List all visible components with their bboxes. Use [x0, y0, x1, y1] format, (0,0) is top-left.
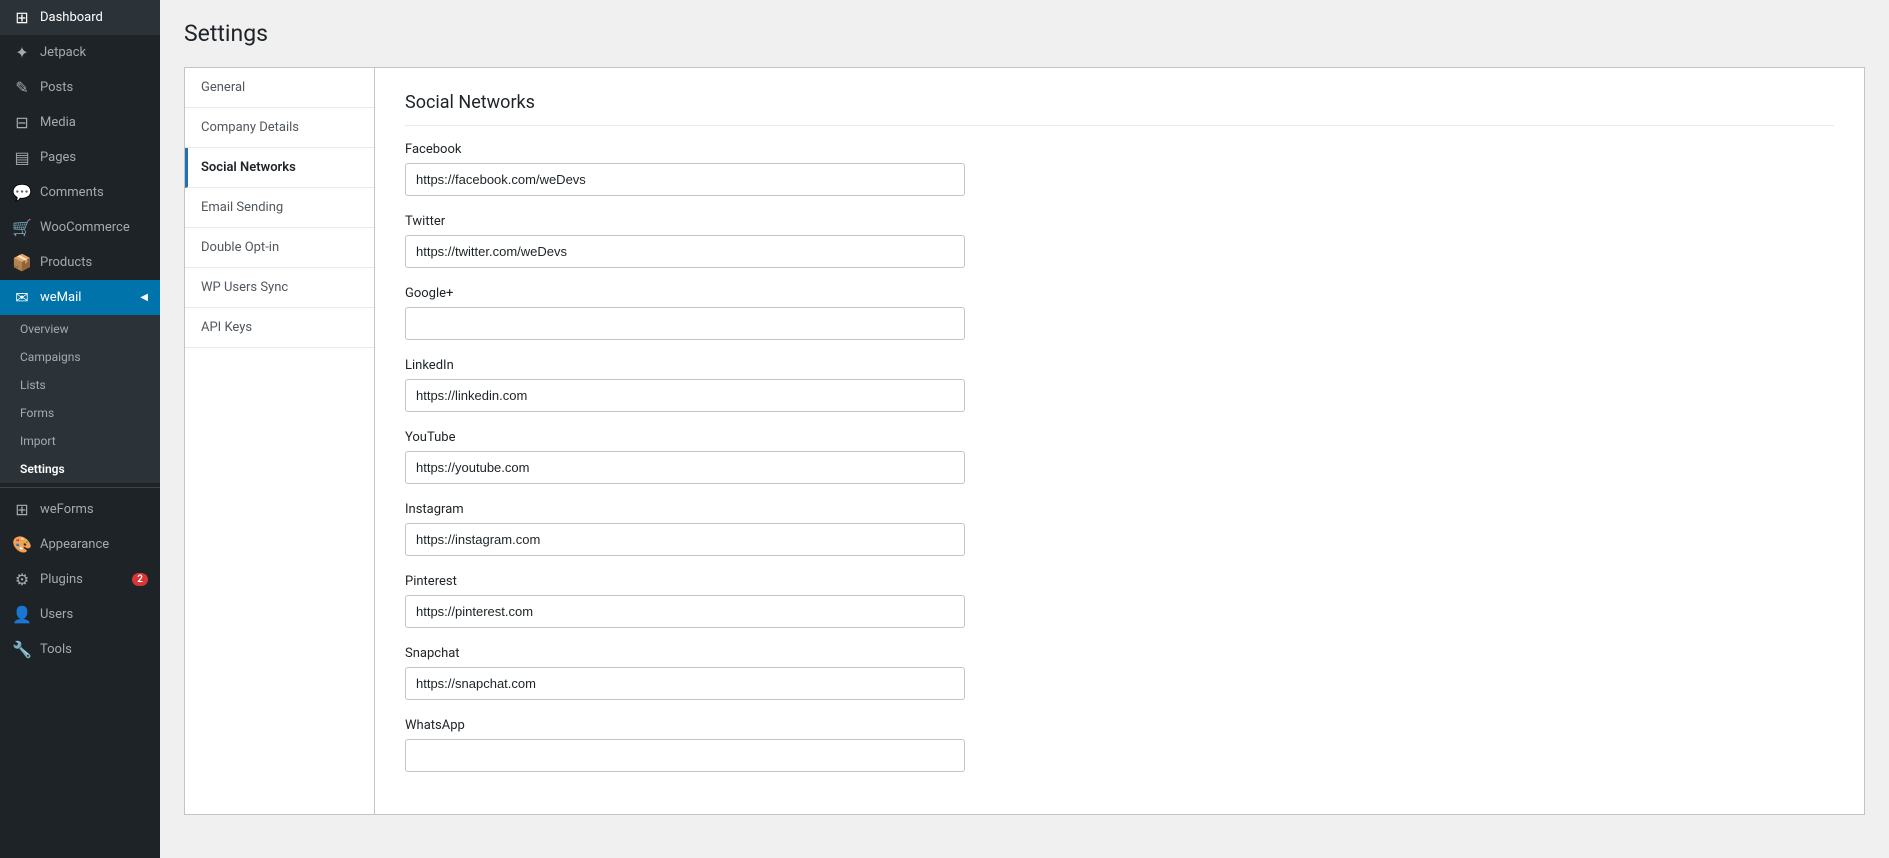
input-pinterest[interactable] [405, 595, 965, 628]
sidebar-item-label: Posts [40, 80, 148, 95]
nav-item-social-networks[interactable]: Social Networks [185, 148, 374, 188]
sidebar-item-label: weMail [40, 290, 132, 305]
users-icon: 👤 [12, 605, 32, 624]
sidebar-item-plugins[interactable]: ⚙ Plugins 2 [0, 562, 160, 597]
appearance-icon: 🎨 [12, 535, 32, 554]
submenu-item-forms[interactable]: Forms [0, 399, 160, 427]
field-group-whatsapp: WhatsApp [405, 718, 1834, 772]
input-facebook[interactable] [405, 163, 965, 196]
sidebar-item-tools[interactable]: 🔧 Tools [0, 632, 160, 667]
sidebar-item-label: Media [40, 115, 148, 130]
sidebar-item-woocommerce[interactable]: 🛒 WooCommerce [0, 210, 160, 245]
sidebar-item-wemail[interactable]: ✉ weMail ◀ [0, 280, 160, 315]
sidebar-item-jetpack[interactable]: ✦ Jetpack [0, 35, 160, 70]
page-title: Settings [184, 20, 1865, 47]
input-instagram[interactable] [405, 523, 965, 556]
sidebar-item-appearance[interactable]: 🎨 Appearance [0, 527, 160, 562]
submenu-item-settings[interactable]: Settings [0, 455, 160, 483]
sidebar-item-label: Plugins [40, 572, 120, 587]
field-group-snapchat: Snapchat [405, 646, 1834, 700]
submenu-item-overview[interactable]: Overview [0, 315, 160, 343]
label-twitter: Twitter [405, 214, 1834, 229]
sidebar-item-label: Tools [40, 642, 148, 657]
label-linkedin: LinkedIn [405, 358, 1834, 373]
label-facebook: Facebook [405, 142, 1834, 157]
wemail-icon: ✉ [12, 288, 32, 307]
label-youtube: YouTube [405, 430, 1834, 445]
nav-item-email-sending[interactable]: Email Sending [185, 188, 374, 228]
sidebar-item-label: Products [40, 255, 148, 270]
settings-content: Social Networks Facebook Twitter Google+ Li… [375, 68, 1864, 814]
sidebar-item-comments[interactable]: 💬 Comments [0, 175, 160, 210]
field-group-twitter: Twitter [405, 214, 1834, 268]
submenu-item-import[interactable]: Import [0, 427, 160, 455]
field-group-facebook: Facebook [405, 142, 1834, 196]
sidebar-divider [0, 487, 160, 488]
input-snapchat[interactable] [405, 667, 965, 700]
label-pinterest: Pinterest [405, 574, 1834, 589]
main-content: Settings General Company Details Social … [160, 0, 1889, 858]
field-group-linkedin: LinkedIn [405, 358, 1834, 412]
sidebar-item-users[interactable]: 👤 Users [0, 597, 160, 632]
sidebar-item-label: Jetpack [40, 45, 148, 60]
sidebar-item-media[interactable]: ⊟ Media [0, 105, 160, 140]
submenu-item-campaigns[interactable]: Campaigns [0, 343, 160, 371]
sidebar-item-label: WooCommerce [40, 220, 148, 235]
tools-icon: 🔧 [12, 640, 32, 659]
plugins-badge: 2 [132, 573, 148, 586]
settings-nav: General Company Details Social Networks … [185, 68, 375, 814]
input-twitter[interactable] [405, 235, 965, 268]
label-google-plus: Google+ [405, 286, 1834, 301]
wemail-submenu: Overview Campaigns Lists Forms Import Se… [0, 315, 160, 483]
input-linkedin[interactable] [405, 379, 965, 412]
field-group-pinterest: Pinterest [405, 574, 1834, 628]
sidebar-item-products[interactable]: 📦 Products [0, 245, 160, 280]
social-networks-fields: Facebook Twitter Google+ LinkedIn YouTube Ins… [405, 142, 1834, 772]
sidebar-item-posts[interactable]: ✎ Posts [0, 70, 160, 105]
nav-item-api-keys[interactable]: API Keys [185, 308, 374, 348]
sidebar-item-label: Dashboard [40, 10, 148, 25]
products-icon: 📦 [12, 253, 32, 272]
posts-icon: ✎ [12, 78, 32, 97]
field-group-instagram: Instagram [405, 502, 1834, 556]
settings-wrapper: General Company Details Social Networks … [184, 67, 1865, 815]
field-group-google-plus: Google+ [405, 286, 1834, 340]
sidebar-item-pages[interactable]: ▤ Pages [0, 140, 160, 175]
sidebar-item-label: weForms [40, 502, 148, 517]
input-whatsapp[interactable] [405, 739, 965, 772]
sidebar-item-label: Appearance [40, 537, 148, 552]
input-youtube[interactable] [405, 451, 965, 484]
plugins-icon: ⚙ [12, 570, 32, 589]
label-instagram: Instagram [405, 502, 1834, 517]
input-google-plus[interactable] [405, 307, 965, 340]
sidebar-item-label: Pages [40, 150, 148, 165]
sidebar: ⊞ Dashboard ✦ Jetpack ✎ Posts ⊟ Media ▤ … [0, 0, 160, 858]
sidebar-item-label: Comments [40, 185, 148, 200]
woocommerce-icon: 🛒 [12, 218, 32, 237]
sidebar-item-weforms[interactable]: ⊞ weForms [0, 492, 160, 527]
weforms-icon: ⊞ [12, 500, 32, 519]
label-whatsapp: WhatsApp [405, 718, 1834, 733]
media-icon: ⊟ [12, 113, 32, 132]
wemail-arrow: ◀ [140, 292, 148, 303]
comments-icon: 💬 [12, 183, 32, 202]
submenu-item-lists[interactable]: Lists [0, 371, 160, 399]
dashboard-icon: ⊞ [12, 8, 32, 27]
jetpack-icon: ✦ [12, 43, 32, 62]
pages-icon: ▤ [12, 148, 32, 167]
nav-item-double-opt-in[interactable]: Double Opt-in [185, 228, 374, 268]
nav-item-wp-users-sync[interactable]: WP Users Sync [185, 268, 374, 308]
sidebar-item-label: Users [40, 607, 148, 622]
nav-item-general[interactable]: General [185, 68, 374, 108]
sidebar-item-dashboard[interactable]: ⊞ Dashboard [0, 0, 160, 35]
label-snapchat: Snapchat [405, 646, 1834, 661]
section-title: Social Networks [405, 92, 1834, 126]
field-group-youtube: YouTube [405, 430, 1834, 484]
nav-item-company-details[interactable]: Company Details [185, 108, 374, 148]
